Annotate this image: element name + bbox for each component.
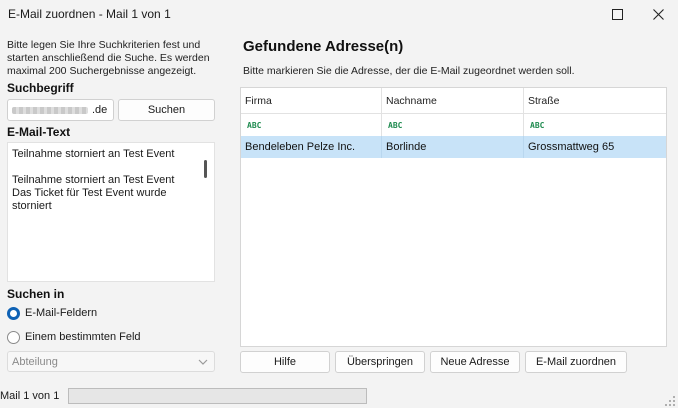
- filter-cell-nachname[interactable]: ABC: [382, 113, 524, 136]
- mail-text-label: E-Mail-Text: [7, 125, 71, 139]
- filter-cell-strasse[interactable]: ABC: [524, 113, 666, 136]
- svg-text:ABC: ABC: [247, 121, 261, 129]
- results-instructions: Bitte markieren Sie die Adresse, der die…: [243, 65, 575, 77]
- cell-nachname: Borlinde: [382, 136, 524, 158]
- mail-text-line: Teilnahme storniert an Test Event: [12, 174, 175, 186]
- svg-text:ABC: ABC: [388, 121, 402, 129]
- filter-row: ABC ABC ABC: [241, 113, 666, 137]
- status-text: Mail 1 von 1: [0, 390, 60, 402]
- abc-filter-icon: ABC: [530, 120, 544, 129]
- mail-text-scrollbar[interactable]: [204, 160, 207, 178]
- mail-text-area[interactable]: Teilnahme storniert an Test Event Teilna…: [7, 142, 215, 282]
- radio-specific-field[interactable]: Einem bestimmten Feld: [7, 328, 141, 346]
- results-heading: Gefundene Adresse(n): [243, 38, 404, 55]
- abc-filter-icon: ABC: [388, 120, 402, 129]
- radio-email-fields-label: E-Mail-Feldern: [25, 307, 98, 319]
- title-bar: E-Mail zuordnen - Mail 1 von 1: [0, 0, 678, 28]
- search-input-suffix: .de: [92, 104, 108, 116]
- chevron-down-icon: [198, 359, 208, 365]
- search-instructions: Bitte legen Sie Ihre Suchkriterien fest …: [7, 39, 210, 77]
- radio-unselected-icon: [7, 330, 20, 344]
- maximize-icon: [611, 8, 623, 20]
- mail-text-line: Teilnahme storniert an Test Event: [12, 148, 175, 160]
- new-address-button[interactable]: Neue Adresse: [430, 351, 520, 373]
- column-header-nachname[interactable]: Nachname: [382, 88, 524, 113]
- table-row[interactable]: Bendeleben Pelze Inc. Borlinde Grossmatt…: [241, 136, 666, 158]
- mail-text-line: storniert: [12, 200, 52, 212]
- field-select-value: Abteilung: [12, 356, 58, 368]
- radio-email-fields[interactable]: E-Mail-Feldern: [7, 304, 97, 322]
- column-header-firma[interactable]: Firma: [241, 88, 382, 113]
- radio-selected-icon: [7, 306, 20, 320]
- assign-email-button[interactable]: E-Mail zuordnen: [525, 351, 627, 373]
- search-term-label: Suchbegriff: [7, 81, 74, 95]
- filter-cell-firma[interactable]: ABC: [241, 113, 382, 136]
- help-button[interactable]: Hilfe: [240, 351, 330, 373]
- cell-firma: Bendeleben Pelze Inc.: [241, 136, 382, 158]
- search-in-label: Suchen in: [7, 287, 65, 301]
- column-header-strasse[interactable]: Straße: [524, 88, 666, 113]
- progress-bar: [68, 388, 367, 404]
- search-button[interactable]: Suchen: [118, 99, 215, 121]
- maximize-button[interactable]: [597, 0, 637, 28]
- cell-strasse: Grossmattweg 65: [528, 141, 615, 153]
- mail-text-line: Das Ticket für Test Event wurde: [12, 187, 167, 199]
- skip-button[interactable]: Überspringen: [335, 351, 425, 373]
- close-button[interactable]: [638, 0, 678, 28]
- resize-grip-icon[interactable]: [664, 395, 676, 407]
- mail-text-line: [12, 161, 210, 174]
- window-title: E-Mail zuordnen - Mail 1 von 1: [8, 7, 171, 21]
- search-input[interactable]: .de: [7, 99, 114, 121]
- blurred-search-value: [12, 107, 88, 114]
- address-grid[interactable]: Firma Nachname Straße ABC ABC ABC Bendel…: [240, 87, 667, 347]
- grid-header: Firma Nachname Straße: [241, 88, 666, 114]
- svg-text:ABC: ABC: [530, 121, 544, 129]
- close-icon: [652, 8, 664, 20]
- abc-filter-icon: ABC: [247, 120, 261, 129]
- radio-specific-field-label: Einem bestimmten Feld: [25, 331, 141, 343]
- field-select[interactable]: Abteilung: [7, 351, 215, 372]
